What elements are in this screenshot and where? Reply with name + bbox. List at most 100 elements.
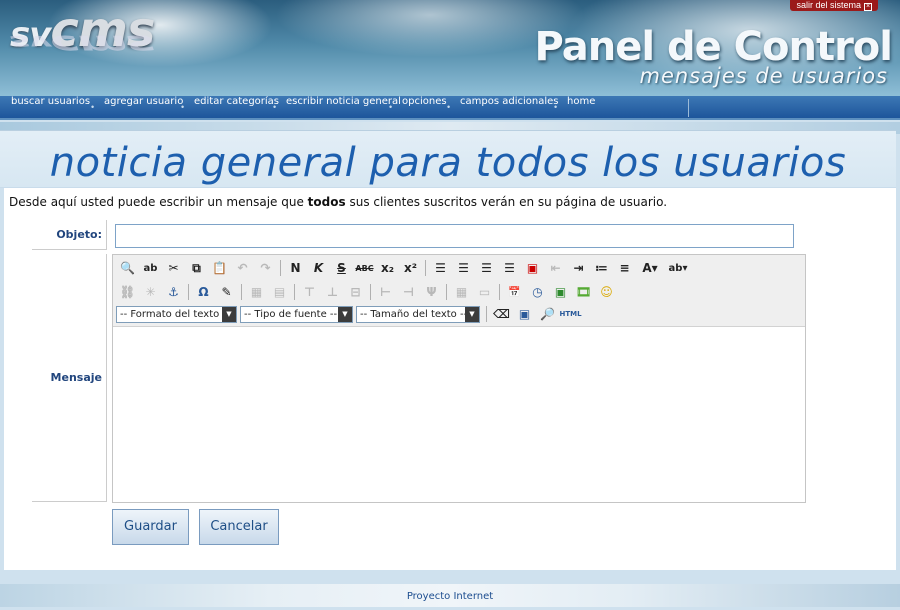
size-select[interactable]: -- Tamaño del texto -- ▼	[356, 305, 480, 323]
justify-icon[interactable]: ☰	[498, 258, 521, 278]
cancel-button[interactable]: Cancelar	[199, 509, 279, 545]
clean-icon[interactable]: ▣	[521, 258, 544, 278]
app-subtitle: mensajes de usuarios	[639, 64, 888, 88]
table-icon[interactable]: ▦	[245, 282, 268, 302]
logout-label: salir del sistema	[796, 0, 861, 10]
preview-icon[interactable]: 🔎	[536, 304, 559, 324]
link-icon[interactable]: ⛓	[116, 282, 139, 302]
toolbar-row-1: 🔍 ab ✂ ⧉ 📋 ↶ ↷ N K S ABC x₂ x² ☰ ☰ ☰ ☰ ▣	[116, 257, 692, 279]
subject-input[interactable]	[115, 224, 794, 248]
nav-separator-dot: •	[91, 102, 95, 112]
strikethrough-icon[interactable]: S	[330, 258, 353, 278]
table-props-icon[interactable]: ▤	[268, 282, 291, 302]
merge-cells-icon[interactable]: ▭	[473, 282, 496, 302]
emoticon-icon[interactable]: ☺	[595, 282, 618, 302]
chevron-down-icon: ▼	[338, 306, 352, 322]
row-before-icon[interactable]: ⊤	[298, 282, 321, 302]
delete-col-icon[interactable]: Ψ	[420, 282, 443, 302]
footer-link[interactable]: Proyecto Internet	[407, 591, 493, 602]
nav-editar-categorias[interactable]: editar categorías	[194, 96, 279, 120]
footer: Proyecto Internet	[0, 584, 900, 607]
replace-icon[interactable]: ab	[139, 258, 162, 278]
cut-icon[interactable]: ✂	[162, 258, 185, 278]
chevron-down-icon: ▼	[465, 306, 479, 322]
special-char-icon[interactable]: Ω	[192, 282, 215, 302]
main-content: noticia general para todos los usuarios …	[0, 130, 896, 570]
highlight-color-icon[interactable]: ab▾	[664, 258, 692, 278]
image-icon[interactable]: ▣	[549, 282, 572, 302]
toolbar-row-3: -- Formato del texto -- ▼ -- Tipo de fuen…	[116, 303, 582, 325]
nav-separator-dot: •	[273, 102, 277, 112]
toolbar-separator	[294, 284, 295, 300]
align-left-icon[interactable]: ☰	[429, 258, 452, 278]
toolbar-separator	[486, 306, 487, 322]
copy-icon[interactable]: ⧉	[185, 258, 208, 278]
indent-icon[interactable]: ⇥	[567, 258, 590, 278]
redo-icon[interactable]: ↷	[254, 258, 277, 278]
insert-date-icon[interactable]: 📅	[503, 282, 526, 302]
message-textarea[interactable]	[113, 327, 805, 501]
unlink-icon[interactable]: ✳	[139, 282, 162, 302]
align-center-icon[interactable]: ☰	[452, 258, 475, 278]
logout-button[interactable]: salir del sistema ×	[790, 0, 878, 11]
toolbar-separator	[280, 260, 281, 276]
rich-text-editor: 🔍 ab ✂ ⧉ 📋 ↶ ↷ N K S ABC x₂ x² ☰ ☰ ☰ ☰ ▣	[112, 254, 806, 503]
nav-agregar-usuario[interactable]: agregar usuario	[104, 96, 183, 120]
page-title: noticia general para todos los usuarios	[49, 140, 847, 186]
intro-text: Desde aquí usted puede escribir un mensa…	[9, 195, 668, 209]
fullscreen-icon[interactable]: ▣	[513, 304, 536, 324]
editor-toolbar: 🔍 ab ✂ ⧉ 📋 ↶ ↷ N K S ABC x₂ x² ☰ ☰ ☰ ☰ ▣	[113, 255, 805, 327]
numbered-list-icon[interactable]: ≡	[613, 258, 636, 278]
logo-reflection: svcms	[10, 29, 155, 61]
toolbar-separator	[446, 284, 447, 300]
intro-bold: todos	[307, 195, 346, 209]
nav-separator-dot: •	[389, 102, 393, 112]
superscript-icon[interactable]: x²	[399, 258, 422, 278]
toolbar-separator	[241, 284, 242, 300]
media-icon[interactable]: 🎞	[572, 282, 595, 302]
bullet-list-icon[interactable]: ≔	[590, 258, 613, 278]
nav-divider	[688, 99, 689, 117]
toolbar-separator	[425, 260, 426, 276]
insert-time-icon[interactable]: ◷	[526, 282, 549, 302]
nav-separator-dot: •	[181, 102, 185, 112]
font-color-icon[interactable]: A▾	[636, 258, 664, 278]
format-select[interactable]: -- Formato del texto -- ▼	[116, 305, 237, 323]
toolbar-separator	[499, 284, 500, 300]
find-icon[interactable]: 🔍	[116, 258, 139, 278]
save-button[interactable]: Guardar	[112, 509, 189, 545]
toolbar-separator	[188, 284, 189, 300]
toolbar-row-2: ⛓ ✳ ⚓ Ω ✎ ▦ ▤ ⊤ ⊥ ⊟ ⊢ ⊣ Ψ ▦ ▭ 📅 ◷ ▣ 🎞 ☺	[116, 281, 618, 303]
outdent-icon[interactable]: ⇤	[544, 258, 567, 278]
edit-icon[interactable]: ✎	[215, 282, 238, 302]
anchor-icon[interactable]: ⚓	[162, 282, 185, 302]
col-before-icon[interactable]: ⊢	[374, 282, 397, 302]
nav-separator-dot: •	[554, 102, 558, 112]
bold-icon[interactable]: N	[284, 258, 307, 278]
col-after-icon[interactable]: ⊣	[397, 282, 420, 302]
nav-campos-adicionales[interactable]: campos adicionales	[460, 96, 558, 120]
close-box-icon: ×	[864, 3, 872, 11]
delete-row-icon[interactable]: ⊟	[344, 282, 367, 302]
nav-opciones[interactable]: opciones	[402, 96, 447, 120]
align-right-icon[interactable]: ☰	[475, 258, 498, 278]
paste-icon[interactable]: 📋	[208, 258, 231, 278]
subject-label: Objeto:	[32, 220, 107, 250]
page-banner: noticia general para todos los usuarios	[0, 130, 896, 188]
subscript-icon[interactable]: x₂	[376, 258, 399, 278]
header: svcms svcms Panel de Control mensajes de…	[0, 0, 900, 96]
eraser-icon[interactable]: ⌫	[490, 304, 513, 324]
message-label: Mensaje	[32, 254, 107, 502]
nav-buscar-usuarios[interactable]: buscar usuarios	[11, 96, 90, 120]
abc-strike-icon[interactable]: ABC	[353, 258, 376, 278]
split-cells-icon[interactable]: ▦	[450, 282, 473, 302]
undo-icon[interactable]: ↶	[231, 258, 254, 278]
italic-icon[interactable]: K	[307, 258, 330, 278]
font-select[interactable]: -- Tipo de fuente -- ▼	[240, 305, 353, 323]
nav-home[interactable]: home	[567, 96, 595, 120]
row-after-icon[interactable]: ⊥	[321, 282, 344, 302]
top-nav: buscar usuarios • agregar usuario • edit…	[0, 96, 900, 120]
nav-escribir-noticia[interactable]: escribir noticia general	[286, 96, 401, 120]
chevron-down-icon: ▼	[222, 306, 236, 322]
html-source-icon[interactable]: HTML	[559, 304, 582, 324]
